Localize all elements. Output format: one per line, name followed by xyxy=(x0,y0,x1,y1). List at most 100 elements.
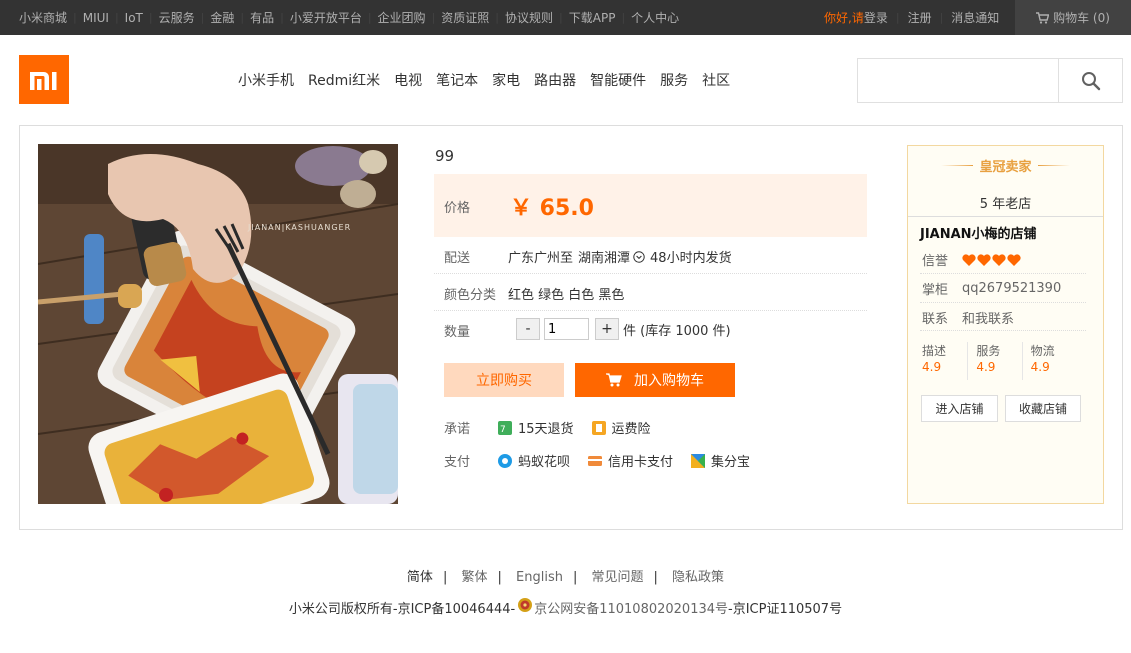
score-logistics: 物流 4.9 xyxy=(1023,342,1076,380)
heart-icon xyxy=(992,253,1006,266)
score-value: 4.9 xyxy=(976,360,996,374)
nav-item-appliance[interactable]: 家电 xyxy=(492,70,520,90)
score-value: 4.9 xyxy=(1030,360,1050,374)
nav-item-laptop[interactable]: 笔记本 xyxy=(436,70,478,90)
nav-item-smart-hardware[interactable]: 智能硬件 xyxy=(590,70,646,90)
top-link-youpin[interactable]: 有品 xyxy=(250,9,274,26)
promise-freight-insurance[interactable]: 运费险 xyxy=(591,418,651,437)
cart-button[interactable]: 购物车 (0) xyxy=(1015,0,1131,35)
product-title: 99 xyxy=(435,147,455,165)
product-panel: JIANAN|KASHUANGER 99 价格 ￥ 65.0 配送 广东广州至 … xyxy=(19,125,1123,530)
promise-freight-label: 运费险 xyxy=(611,422,651,437)
delivery-to-select[interactable]: 湖南湘潭 xyxy=(578,247,645,266)
search-input[interactable] xyxy=(858,59,1059,102)
pay-huabei[interactable]: 蚂蚁花呗 xyxy=(498,451,570,470)
login-link[interactable]: 登录 xyxy=(864,9,888,26)
separator: | xyxy=(621,11,626,24)
score-value: 4.9 xyxy=(922,360,942,374)
top-link-download-app[interactable]: 下载APP xyxy=(569,9,616,26)
mi-logo[interactable] xyxy=(19,55,69,104)
promise-row: 承诺 7 15天退货 运费险 xyxy=(444,418,669,437)
footer-link-simplified[interactable]: 简体 xyxy=(407,570,433,585)
quantity-input[interactable] xyxy=(544,318,589,340)
quantity-plus-button[interactable]: + xyxy=(595,318,619,340)
shop-credit: 信誉 xyxy=(922,250,1021,269)
icp-license-text: -京ICP证110507号 xyxy=(728,601,843,617)
top-link-rules[interactable]: 协议规则 xyxy=(505,9,553,26)
credit-label: 信誉 xyxy=(922,254,949,269)
quantity-minus-button[interactable]: - xyxy=(516,318,540,340)
price-value: ￥ 65.0 xyxy=(510,196,594,221)
divider xyxy=(920,302,1086,303)
product-photo-illustration: JIANAN|KASHUANGER xyxy=(38,144,398,504)
mi-logo-icon xyxy=(30,71,57,90)
search-button[interactable] xyxy=(1059,59,1122,102)
nav-item-service[interactable]: 服务 xyxy=(660,70,688,90)
nav-item-phone[interactable]: 小米手机 xyxy=(238,70,294,90)
stock-info: 件 (库存 1000 件) xyxy=(623,323,731,339)
score-label: 服务 xyxy=(976,344,1001,358)
score-label: 描述 xyxy=(922,344,947,358)
top-link-miui[interactable]: MIUI xyxy=(83,11,109,25)
color-options[interactable]: 红色 绿色 白色 黑色 xyxy=(508,284,624,303)
top-link-enterprise[interactable]: 企业团购 xyxy=(378,9,426,26)
footer-link-english[interactable]: English xyxy=(516,570,563,585)
top-link-iot[interactable]: IoT xyxy=(125,11,143,25)
separator: | xyxy=(431,11,436,24)
pay-jifenbao[interactable]: 集分宝 xyxy=(691,451,750,470)
separator: | xyxy=(200,11,205,24)
top-link-finance[interactable]: 金融 xyxy=(210,9,234,26)
top-link-mi-store[interactable]: 小米商城 xyxy=(19,9,67,26)
buy-now-button[interactable]: 立即购买 xyxy=(444,363,564,397)
separator: | xyxy=(495,11,500,24)
freight-insurance-icon xyxy=(591,420,606,435)
add-to-cart-button[interactable]: 加入购物车 xyxy=(575,363,735,397)
nav-item-community[interactable]: 社区 xyxy=(702,70,730,90)
shop-card: 皇冠卖家 5 年老店 JIANAN小梅的店铺 信誉 掌柜 qq267952139… xyxy=(907,145,1104,504)
separator: | xyxy=(114,11,119,24)
seven-day-return-icon: 7 xyxy=(498,420,512,435)
divider xyxy=(920,330,1086,331)
account-links: 你好,请 登录 | 注册 | 消息通知 xyxy=(824,0,999,35)
color-row: 颜色分类 红色 绿色 白色 黑色 xyxy=(434,274,867,311)
promise-return[interactable]: 7 15天退货 xyxy=(498,418,574,437)
product-image[interactable]: JIANAN|KASHUANGER xyxy=(38,144,398,504)
quantity-row: 数量 - + 件 (库存 1000 件) xyxy=(434,311,867,348)
top-link-licenses[interactable]: 资质证照 xyxy=(441,9,489,26)
copyright: 小米公司版权所有-京ICP备10046444- 京公网安备11010802020… xyxy=(0,597,1131,617)
owner-value: qq2679521390 xyxy=(962,281,1062,296)
enter-shop-button[interactable]: 进入店铺 xyxy=(921,395,998,422)
divider xyxy=(920,273,1086,274)
copyright-text: 小米公司版权所有-京ICP备10046444- xyxy=(288,601,516,617)
public-security-record-link[interactable]: 京公网安备11010802020134号 xyxy=(534,598,728,617)
separator: | xyxy=(895,11,900,24)
quantity-label: 数量 xyxy=(444,325,471,340)
notifications-link[interactable]: 消息通知 xyxy=(951,9,999,26)
separator: | xyxy=(497,570,502,585)
nav-item-redmi[interactable]: Redmi红米 xyxy=(308,70,380,90)
nav-item-router[interactable]: 路由器 xyxy=(534,70,576,90)
footer-link-faq[interactable]: 常见问题 xyxy=(592,570,644,585)
top-link-cloud[interactable]: 云服务 xyxy=(159,9,195,26)
top-bar: 小米商城 | MIUI | IoT | 云服务 | 金融 | 有品 | 小爱开放平台 | 企业… xyxy=(0,0,1131,35)
separator: | xyxy=(240,11,245,24)
top-link-personal-center[interactable]: 个人中心 xyxy=(631,9,679,26)
heart-icon xyxy=(962,253,976,266)
heart-icon xyxy=(977,253,991,266)
contact-link[interactable]: 和我联系 xyxy=(962,308,1014,327)
shop-name[interactable]: JIANAN小梅的店铺 xyxy=(920,223,1037,242)
greeting-text: 你好,请 xyxy=(824,11,864,25)
nav-item-tv[interactable]: 电视 xyxy=(394,70,422,90)
top-link-xiaoai[interactable]: 小爱开放平台 xyxy=(290,9,362,26)
footer-link-privacy[interactable]: 隐私政策 xyxy=(672,570,724,585)
favorite-shop-button[interactable]: 收藏店铺 xyxy=(1005,395,1081,422)
pay-credit-card[interactable]: 信用卡支付 xyxy=(588,451,673,470)
image-watermark: JIANAN|KASHUANGER xyxy=(247,223,351,232)
jifenbao-icon xyxy=(691,453,706,468)
top-nav: 小米商城 | MIUI | IoT | 云服务 | 金融 | 有品 | 小爱开放平台 | 企业… xyxy=(19,0,679,35)
main-nav: 小米手机 Redmi红米 电视 笔记本 家电 路由器 智能硬件 服务 社区 xyxy=(238,62,744,98)
delivery-to: 湖南湘潭 xyxy=(578,251,631,266)
footer-link-traditional[interactable]: 繁体 xyxy=(461,570,487,585)
register-link[interactable]: 注册 xyxy=(908,9,932,26)
pay-jifenbao-label: 集分宝 xyxy=(711,455,751,470)
